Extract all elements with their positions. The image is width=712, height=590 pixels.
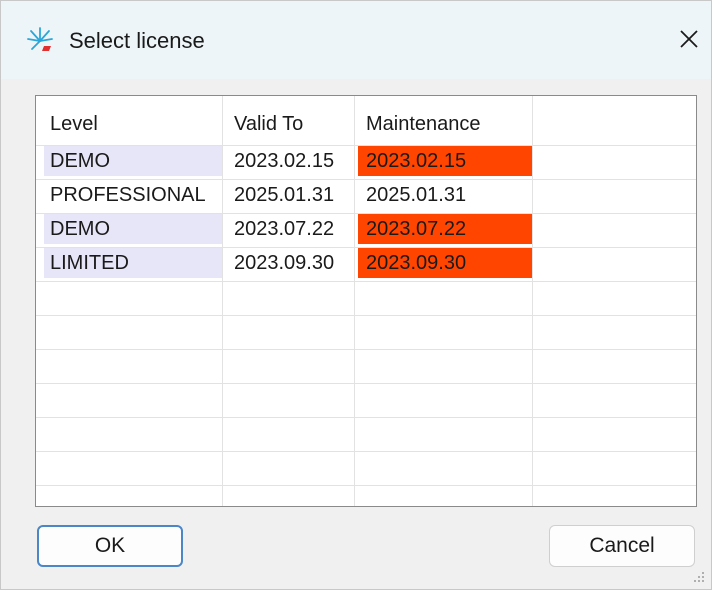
cell-maintenance-expired[interactable]: 2023.02.15 xyxy=(358,146,532,176)
cell-level[interactable]: DEMO xyxy=(44,214,222,244)
cancel-button[interactable]: Cancel xyxy=(549,525,695,567)
grid-hline xyxy=(36,383,696,384)
window-title: Select license xyxy=(69,28,205,53)
select-license-dialog: Select license Level Valid To Maintenanc… xyxy=(0,0,712,590)
cell-maintenance[interactable]: 2025.01.31 xyxy=(358,180,532,210)
grid-hline xyxy=(36,145,696,146)
column-header-level[interactable]: Level xyxy=(44,108,222,140)
grid-hline xyxy=(36,417,696,418)
cell-valid-to[interactable]: 2025.01.31 xyxy=(226,180,356,210)
license-grid[interactable]: Level Valid To Maintenance DEMO 2023.02.… xyxy=(35,95,697,507)
grid-vline xyxy=(532,96,533,506)
grid-hline xyxy=(36,247,696,248)
grid-hline xyxy=(36,315,696,316)
close-icon[interactable] xyxy=(669,19,709,59)
cell-valid-to[interactable]: 2023.09.30 xyxy=(226,248,356,278)
cell-valid-to[interactable]: 2023.07.22 xyxy=(226,214,356,244)
cell-valid-to[interactable]: 2023.02.15 xyxy=(226,146,356,176)
cell-level[interactable]: DEMO xyxy=(44,146,222,176)
cell-level[interactable]: LIMITED xyxy=(44,248,222,278)
grid-hline xyxy=(36,179,696,180)
cell-maintenance-expired[interactable]: 2023.09.30 xyxy=(358,248,532,278)
column-header-maintenance[interactable]: Maintenance xyxy=(358,108,532,140)
grid-vline xyxy=(222,96,223,506)
grid-hline xyxy=(36,213,696,214)
column-header-valid-to[interactable]: Valid To xyxy=(226,108,356,140)
title-bar: Select license xyxy=(1,1,711,79)
grid-hline xyxy=(36,349,696,350)
cell-level[interactable]: PROFESSIONAL xyxy=(44,180,222,210)
grid-hline xyxy=(36,451,696,452)
resize-grip-icon[interactable] xyxy=(693,571,705,583)
cell-maintenance-expired[interactable]: 2023.07.22 xyxy=(358,214,532,244)
grid-hline xyxy=(36,485,696,486)
grid-hline xyxy=(36,281,696,282)
sparkle-app-icon xyxy=(27,27,53,51)
ok-button[interactable]: OK xyxy=(37,525,183,567)
